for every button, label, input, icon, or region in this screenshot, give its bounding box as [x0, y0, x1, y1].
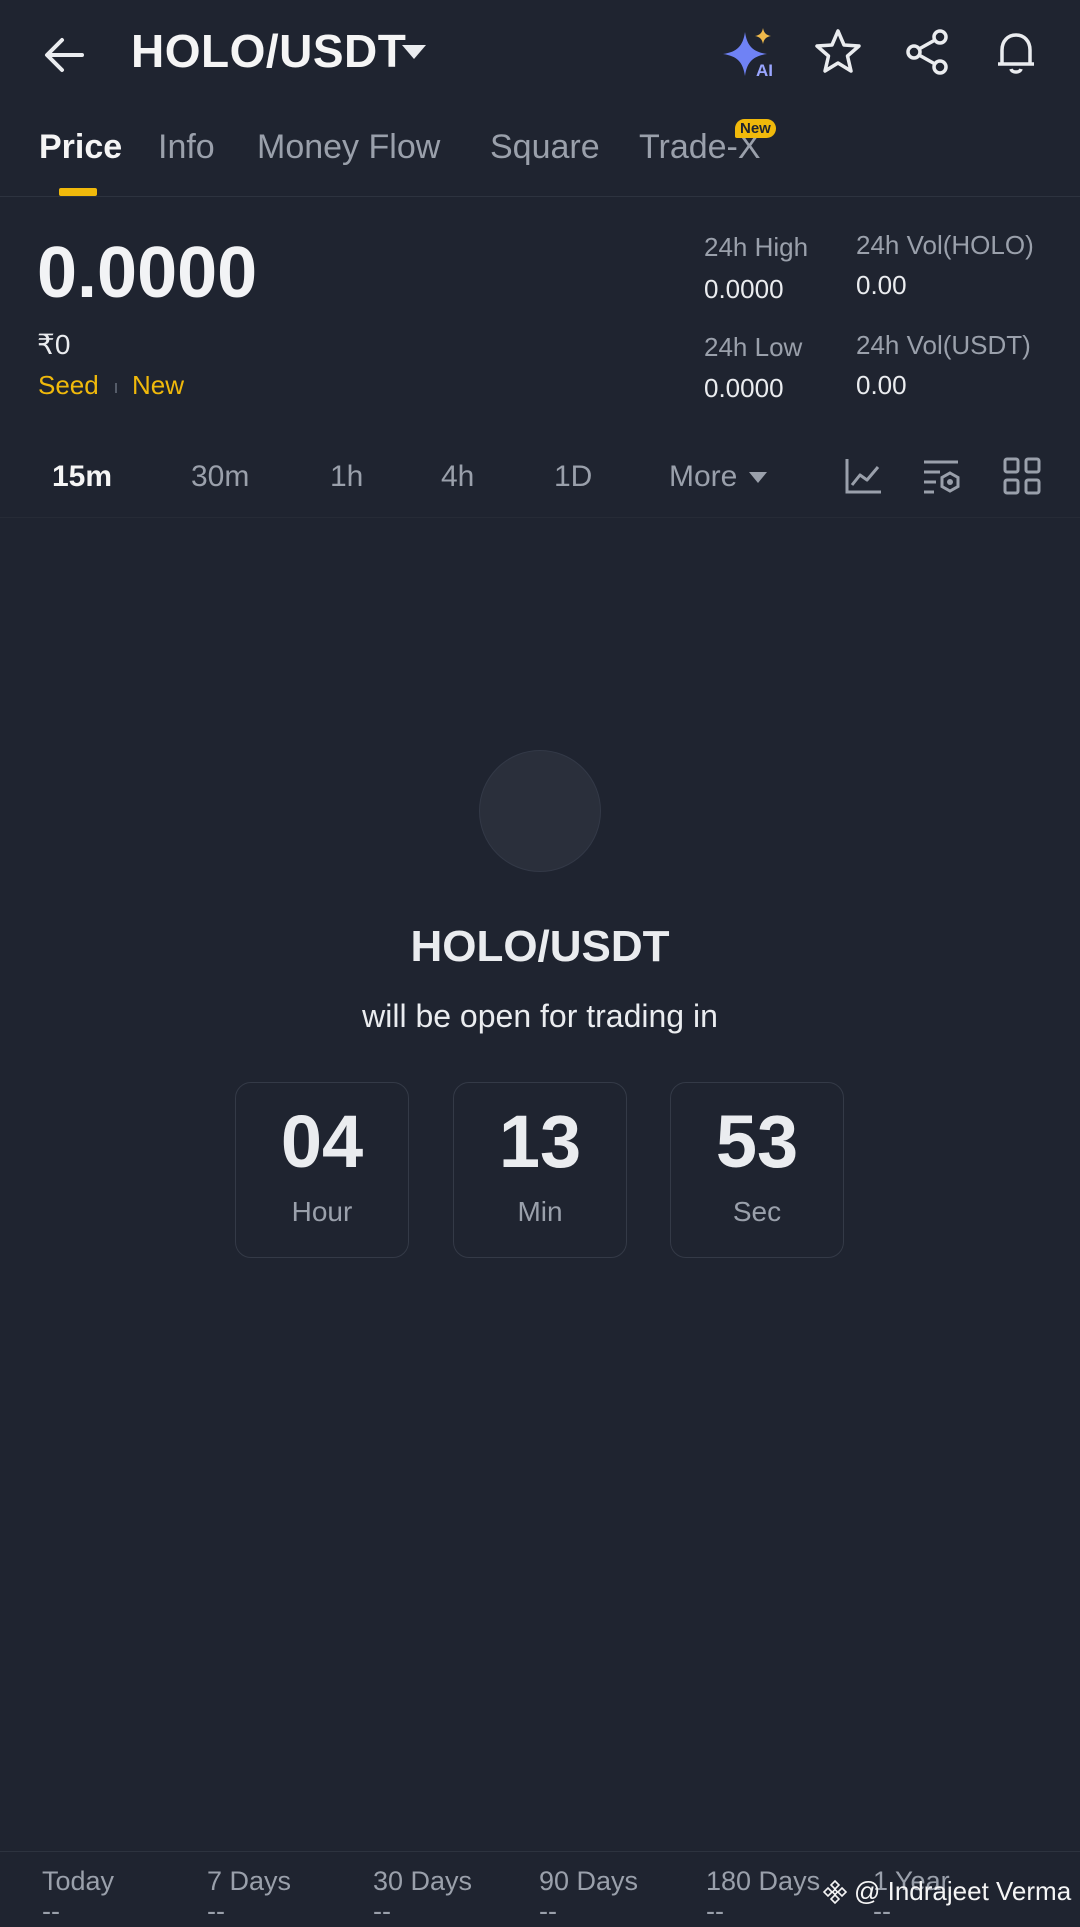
- back-button[interactable]: [40, 30, 90, 80]
- interval-30m[interactable]: 30m: [191, 460, 249, 494]
- low-value: 0.0000: [704, 373, 784, 403]
- countdown-seconds: 53 Sec: [670, 1082, 844, 1258]
- tab-money-flow[interactable]: Money Flow: [257, 128, 440, 167]
- divider: [0, 517, 1080, 518]
- more-caret-icon: [749, 472, 767, 483]
- perf-label-180d: 180 Days: [706, 1866, 821, 1896]
- vol-base-value: 0.00: [856, 270, 907, 300]
- launch-message: will be open for trading in: [362, 998, 718, 1034]
- tab-square[interactable]: Square: [490, 128, 600, 167]
- tag-new[interactable]: New: [132, 370, 184, 401]
- low-label: 24h Low: [704, 332, 803, 362]
- launch-pair-title: HOLO/USDT: [410, 922, 670, 971]
- high-value: 0.0000: [704, 274, 784, 304]
- indicator-button[interactable]: [843, 456, 883, 496]
- countdown-value: 53: [715, 1100, 799, 1183]
- alert-button[interactable]: [990, 26, 1042, 78]
- ai-sparkle-icon: AI: [723, 28, 773, 80]
- perf-label-30d: 30 Days: [373, 1866, 473, 1896]
- ai-button[interactable]: AI: [723, 26, 775, 80]
- tag-seed[interactable]: Seed: [38, 370, 99, 401]
- watermark: @ Indrajeet Verma: [854, 1876, 1072, 1906]
- new-badge: New: [735, 119, 776, 138]
- perf-value-today: --: [42, 1896, 60, 1926]
- fiat-price: ₹0: [37, 329, 71, 360]
- interval-1d[interactable]: 1D: [554, 460, 592, 494]
- perf-label-90d: 90 Days: [539, 1866, 639, 1896]
- countdown-value: 04: [280, 1100, 364, 1183]
- perf-value-90d: --: [539, 1896, 557, 1926]
- countdown-unit: Min: [517, 1196, 563, 1228]
- tab-bar: Price Info Money Flow Square Trade-X: [0, 120, 1080, 196]
- binance-logo-icon: [822, 1879, 848, 1905]
- last-price: 0.0000: [37, 233, 258, 313]
- countdown-unit: Sec: [732, 1196, 782, 1228]
- vol-quote-value: 0.00: [856, 370, 907, 400]
- token-logo-placeholder: [479, 750, 601, 872]
- share-icon: [906, 29, 948, 75]
- vol-quote-label: 24h Vol(USDT): [856, 330, 1031, 360]
- star-icon: [815, 29, 861, 73]
- tab-info[interactable]: Info: [158, 128, 215, 167]
- interval-1h[interactable]: 1h: [330, 460, 363, 494]
- perf-label-7d: 7 Days: [207, 1866, 292, 1896]
- perf-value-30d: --: [373, 1896, 391, 1926]
- tag-separator: [115, 383, 117, 393]
- tab-price[interactable]: Price: [39, 128, 122, 167]
- countdown-minutes: 13 Min: [453, 1082, 627, 1258]
- countdown-hours: 04 Hour: [235, 1082, 409, 1258]
- share-button[interactable]: [902, 26, 954, 78]
- layout-button[interactable]: [1002, 456, 1042, 496]
- perf-label-today: Today: [42, 1866, 115, 1896]
- chart-settings-icon: [924, 460, 960, 494]
- back-arrow-icon: [45, 38, 84, 72]
- high-label: 24h High: [704, 232, 809, 262]
- bell-icon: [998, 33, 1034, 74]
- favorite-button[interactable]: [812, 26, 864, 78]
- dropdown-caret-icon[interactable]: [402, 45, 426, 59]
- interval-more[interactable]: More: [669, 460, 737, 494]
- perf-value-180d: --: [706, 1896, 724, 1926]
- chart-settings-button[interactable]: [922, 456, 962, 496]
- countdown-value: 13: [498, 1100, 582, 1183]
- interval-4h[interactable]: 4h: [441, 460, 474, 494]
- pair-title[interactable]: HOLO/USDT: [131, 24, 406, 78]
- active-tab-indicator: [59, 188, 97, 196]
- divider: [0, 196, 1080, 197]
- svg-text:AI: AI: [756, 61, 773, 80]
- perf-value-7d: --: [207, 1896, 225, 1926]
- interval-15m[interactable]: 15m: [52, 460, 112, 494]
- chart-indicator-icon: [845, 459, 881, 494]
- grid-layout-icon: [1003, 457, 1041, 495]
- countdown-unit: Hour: [291, 1196, 353, 1228]
- divider: [0, 1851, 1080, 1852]
- vol-base-label: 24h Vol(HOLO): [856, 230, 1034, 260]
